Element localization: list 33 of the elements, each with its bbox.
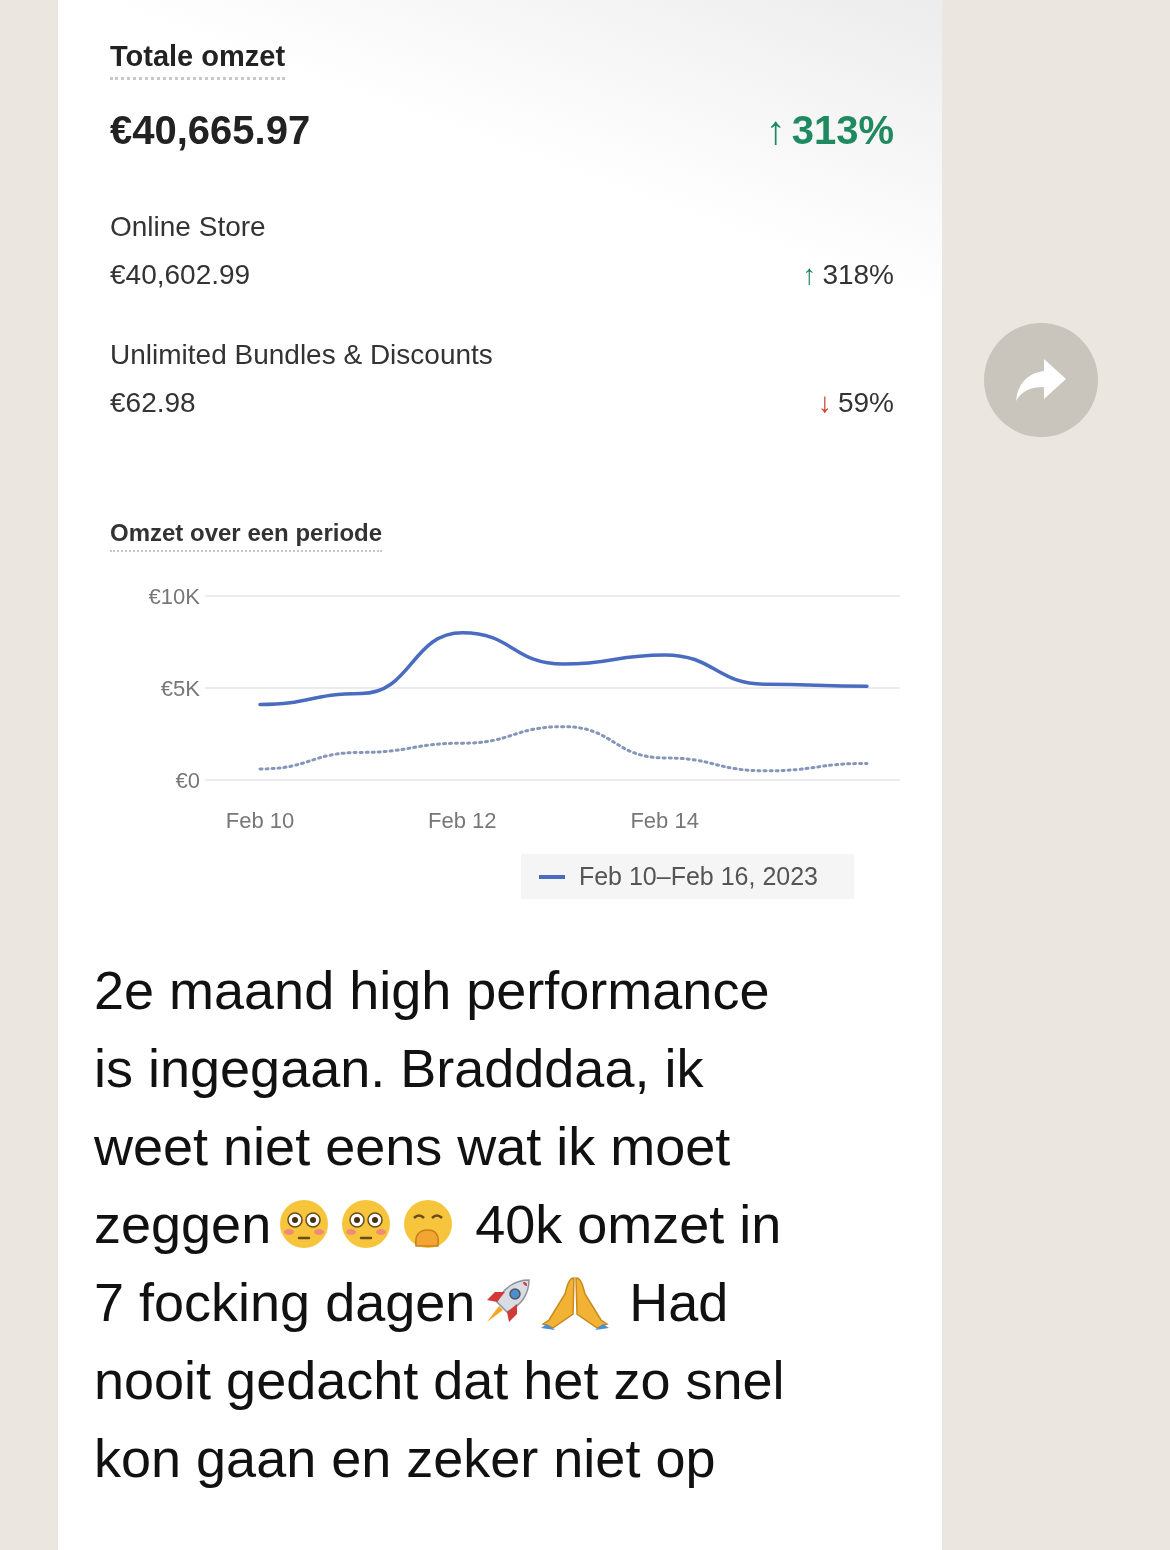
flushed-face-icon: [340, 1198, 393, 1250]
message-text: 7 focking dagen: [94, 1271, 476, 1333]
channel-name: Online Store: [110, 211, 267, 243]
axis-label: Feb 10: [225, 808, 295, 833]
section-title: Totale omzet: [110, 40, 286, 80]
channel-amount: €62.98: [110, 387, 196, 419]
trend-arrow: ↓: [817, 387, 832, 419]
legend-label: Feb 10–Feb 16, 2023: [578, 862, 818, 891]
message-text: is ingegaan. Bradddaa, ik: [94, 1037, 704, 1099]
axis-label: Feb 14: [630, 808, 699, 833]
flushed-face-icon: [278, 1198, 331, 1250]
forward-icon: [1014, 357, 1068, 403]
axis-label: Feb 12: [428, 808, 497, 833]
change-value: 59%: [837, 387, 894, 419]
channel-name: Unlimited Bundles & Discounts: [110, 339, 494, 371]
axis-label: €0: [175, 768, 200, 793]
hand-over-mouth-face-icon: [402, 1198, 455, 1250]
change-value: 318%: [822, 259, 894, 291]
message-text: kon gaan en zeker niet op: [94, 1427, 716, 1489]
chart-title: Omzet over een periode: [110, 519, 383, 552]
axis-label: €10K: [148, 584, 200, 609]
channel-amount: €40,602.99: [110, 259, 251, 291]
trend-arrow: ↑: [765, 108, 786, 153]
change-value: 313%: [791, 108, 894, 153]
message-text: weet niet eens wat ik moet: [94, 1115, 731, 1177]
total-amount: €40,665.97: [110, 108, 311, 153]
message-text: nooit gedacht dat het zo snel: [94, 1349, 785, 1411]
axis-label: €5K: [160, 676, 200, 701]
message-text: zeggen: [94, 1193, 272, 1255]
message-text: 40k omzet in: [475, 1193, 782, 1255]
trend-arrow: ↑: [802, 259, 817, 291]
message-text: 2e maand high performance: [94, 959, 770, 1021]
message-text: Had: [629, 1271, 729, 1333]
